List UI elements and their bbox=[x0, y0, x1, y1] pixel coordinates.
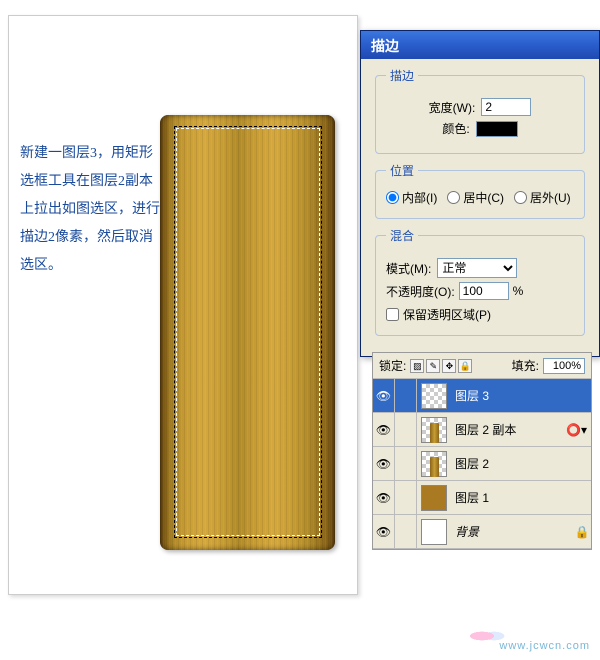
mode-select[interactable]: 正常 bbox=[437, 258, 517, 278]
stroke-dialog: 描边 描边 宽度(W): 颜色: 位置 内部(I) 居中(C) 居外(U) 混合 bbox=[360, 30, 600, 357]
lock-trans-icon[interactable]: ▨ bbox=[410, 359, 424, 373]
layer-thumb[interactable] bbox=[421, 383, 447, 409]
lock-all-icon[interactable]: 🔒 bbox=[458, 359, 472, 373]
visibility-icon[interactable]: 👁 bbox=[373, 413, 395, 446]
layer-thumb[interactable] bbox=[421, 519, 447, 545]
instruction-text: 新建一图层3，用矩形选框工具在图层2副本上拉出如图选区，进行描边2像素，然后取消… bbox=[20, 140, 160, 280]
width-input[interactable] bbox=[481, 98, 531, 116]
lock-paint-icon[interactable]: ✎ bbox=[426, 359, 440, 373]
stroke-legend: 描边 bbox=[386, 67, 418, 84]
layer-row-1[interactable]: 👁 图层 2 副本⭕▾ bbox=[373, 413, 591, 447]
watermark-text: www.jcwcn.com bbox=[499, 640, 590, 652]
layer-row-2[interactable]: 👁 图层 2 bbox=[373, 447, 591, 481]
layer-name: 背景 bbox=[451, 523, 573, 540]
radio-outside[interactable]: 居外(U) bbox=[514, 189, 571, 206]
stroke-group: 描边 宽度(W): 颜色: bbox=[375, 67, 585, 154]
blend-group: 混合 模式(M): 正常 不透明度(O): % 保留透明区域(P) bbox=[375, 227, 585, 336]
visibility-icon[interactable]: 👁 bbox=[373, 515, 395, 548]
layer-name: 图层 2 副本 bbox=[451, 421, 566, 438]
layer-row-4[interactable]: 👁 背景🔒 bbox=[373, 515, 591, 549]
color-label: 颜色: bbox=[442, 120, 469, 137]
color-swatch[interactable] bbox=[476, 121, 518, 137]
fill-label: 填充: bbox=[512, 357, 539, 374]
opacity-input[interactable] bbox=[459, 282, 509, 300]
link-cell[interactable] bbox=[395, 481, 417, 514]
link-cell[interactable] bbox=[395, 515, 417, 548]
layer-row-0[interactable]: 👁 图层 3 bbox=[373, 379, 591, 413]
blend-legend: 混合 bbox=[386, 227, 418, 244]
lock-label: 锁定: bbox=[379, 357, 406, 374]
opacity-suffix: % bbox=[513, 284, 524, 298]
fx-icon[interactable]: ⭕▾ bbox=[566, 423, 587, 437]
position-group: 位置 内部(I) 居中(C) 居外(U) bbox=[375, 162, 585, 219]
layer-name: 图层 1 bbox=[451, 489, 591, 506]
dialog-titlebar[interactable]: 描边 bbox=[361, 31, 599, 59]
radio-inside[interactable]: 内部(I) bbox=[386, 189, 437, 206]
layer-row-3[interactable]: 👁 图层 1 bbox=[373, 481, 591, 515]
lock-icon: 🔒 bbox=[573, 525, 591, 539]
marquee-selection bbox=[176, 128, 320, 536]
width-label: 宽度(W): bbox=[429, 99, 476, 116]
link-cell[interactable] bbox=[395, 379, 417, 412]
visibility-icon[interactable]: 👁 bbox=[373, 447, 395, 480]
mode-label: 模式(M): bbox=[386, 260, 431, 277]
layers-panel: 锁定: ▨ ✎ ✥ 🔒 填充: 100% 👁 图层 3 👁 图层 2 副本⭕▾ 👁 图层 … bbox=[372, 352, 592, 550]
visibility-icon[interactable]: 👁 bbox=[373, 481, 395, 514]
position-legend: 位置 bbox=[386, 162, 418, 179]
link-cell[interactable] bbox=[395, 413, 417, 446]
lock-bar: 锁定: ▨ ✎ ✥ 🔒 填充: 100% bbox=[373, 353, 591, 379]
position-radios: 内部(I) 居中(C) 居外(U) bbox=[386, 189, 574, 206]
link-cell[interactable] bbox=[395, 447, 417, 480]
fill-value[interactable]: 100% bbox=[543, 358, 585, 374]
visibility-icon[interactable]: 👁 bbox=[373, 379, 395, 412]
layer-thumb[interactable] bbox=[421, 451, 447, 477]
layer-name: 图层 2 bbox=[451, 455, 591, 472]
opacity-label: 不透明度(O): bbox=[386, 283, 455, 300]
layer-name: 图层 3 bbox=[451, 387, 591, 404]
preserve-label: 保留透明区域(P) bbox=[403, 306, 491, 323]
preserve-checkbox[interactable] bbox=[386, 308, 399, 321]
lock-move-icon[interactable]: ✥ bbox=[442, 359, 456, 373]
layer-thumb[interactable] bbox=[421, 417, 447, 443]
radio-center[interactable]: 居中(C) bbox=[447, 189, 504, 206]
layer-thumb[interactable] bbox=[421, 485, 447, 511]
